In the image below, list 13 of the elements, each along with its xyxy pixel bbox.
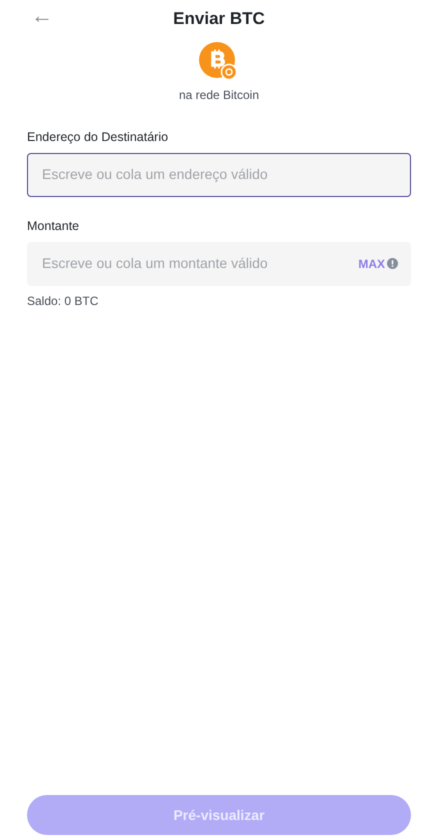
input-field[interactable]: Escreve ou cola um endereço válido xyxy=(27,152,411,197)
back-button[interactable]: ← xyxy=(27,5,57,27)
input-field[interactable]: Escreve ou cola um montante válido MAX xyxy=(27,242,411,286)
bitcoin-icon xyxy=(199,42,239,82)
text-input[interactable]: Escreve ou cola um endereço válido xyxy=(40,163,398,186)
page-title: Enviar BTC xyxy=(173,8,265,30)
balance-text: Saldo: 0 BTC xyxy=(27,294,98,308)
field-label: Montante xyxy=(27,218,80,233)
field-label: Endereço do Destinatário xyxy=(27,130,168,144)
network-label: na rede Bitcoin xyxy=(178,87,260,104)
info-icon xyxy=(387,258,398,269)
max-button[interactable]: MAX xyxy=(358,254,398,272)
text-input[interactable]: Escreve ou cola um montante válido xyxy=(40,252,358,275)
